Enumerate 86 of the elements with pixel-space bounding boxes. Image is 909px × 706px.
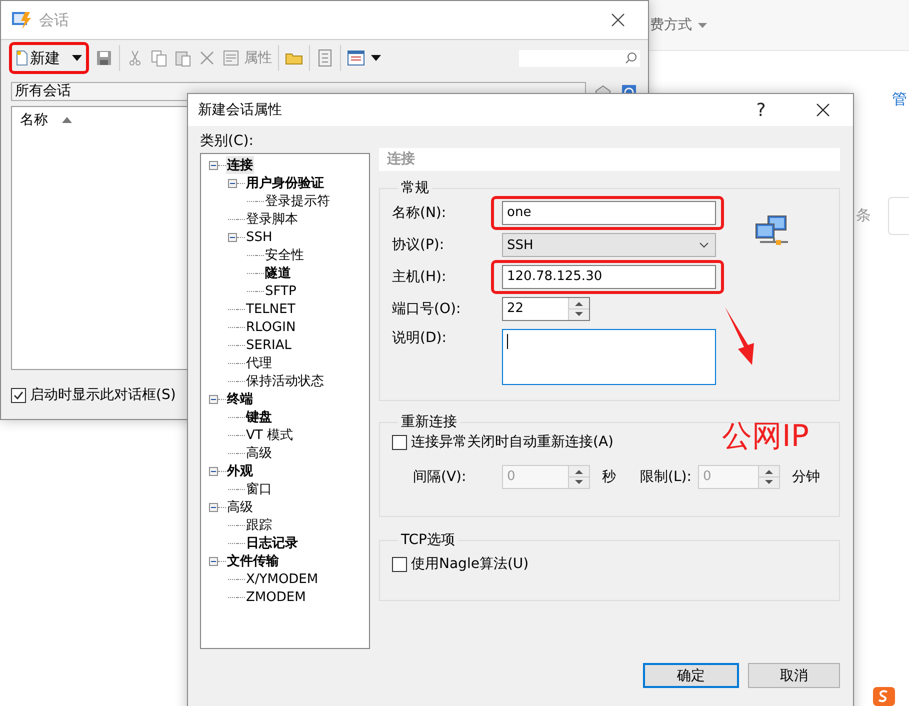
spin-buttons[interactable] [568, 298, 589, 320]
check-icon [13, 390, 24, 400]
menu-text[interactable]: 费方式 [650, 16, 692, 34]
link-text[interactable]: 管 [892, 90, 907, 109]
protocol-dropdown[interactable]: SSH [502, 233, 716, 257]
caret-icon[interactable] [371, 55, 381, 61]
dialog-button[interactable]: 确定 [643, 663, 739, 688]
side-text: 条 [856, 206, 871, 225]
annotation-text: 公网IP [722, 418, 809, 456]
sort-icon [62, 117, 72, 123]
tree-item[interactable]: 日志记录 [245, 534, 299, 552]
description-field[interactable] [502, 329, 716, 385]
checkbox[interactable]: 启动时显示此对话框(S) [11, 386, 176, 404]
unit-label: 秒 [602, 468, 616, 486]
tree-item[interactable]: 连接 [226, 156, 254, 174]
tree-item[interactable]: 高级 [245, 444, 273, 462]
collapse-icon[interactable] [209, 502, 218, 512]
search-icon [625, 52, 637, 64]
text-field[interactable]: one [502, 201, 716, 225]
save-icon[interactable] [95, 49, 113, 67]
chevron-icon [699, 242, 709, 248]
text-field[interactable]: 120.78.125.30 [502, 265, 716, 289]
column-header[interactable]: 名称 [20, 111, 48, 129]
view-icon[interactable] [347, 49, 365, 67]
field-label: 说明(D): [392, 329, 448, 347]
group-title: 重新连接 [400, 413, 458, 431]
tree-item[interactable]: 终端 [226, 390, 254, 408]
tree-item[interactable]: 安全性 [264, 246, 305, 264]
field-label: 限制(L): [640, 468, 692, 486]
dialog-button[interactable]: 取消 [748, 663, 840, 688]
collapse-icon[interactable] [209, 160, 218, 170]
tree-item[interactable]: 保持活动状态 [245, 372, 325, 390]
tree-item[interactable]: 文件传输 [226, 552, 280, 570]
dialog-title: 新建会话属性 [198, 101, 283, 119]
collapse-icon[interactable] [209, 466, 218, 476]
tree-item[interactable]: VT 模式 [245, 426, 294, 444]
close-icon [611, 13, 625, 27]
tree-item[interactable]: RLOGIN [245, 320, 297, 334]
tree-item[interactable]: 隧道 [264, 264, 292, 282]
paste-icon[interactable] [174, 49, 192, 67]
tree-item[interactable]: 用户身份验证 [245, 174, 325, 192]
tree-item[interactable]: ZMODEM [245, 590, 307, 604]
input-method-icon[interactable] [872, 686, 896, 706]
search-field[interactable] [519, 50, 640, 66]
checkbox[interactable]: 使用Nagle算法(U) [392, 555, 529, 573]
port-spinner[interactable]: 22 [502, 297, 590, 321]
tree-item[interactable]: 键盘 [245, 408, 273, 426]
app-icon [11, 10, 33, 30]
group-title: TCP选项 [400, 531, 456, 549]
tree-item[interactable]: TELNET [245, 302, 296, 316]
properties-icon [222, 49, 240, 67]
new-button[interactable]: 新建 [9, 42, 89, 74]
tree-item[interactable]: 窗口 [245, 480, 273, 498]
tree-item[interactable]: 高级 [226, 498, 254, 516]
caret-icon [72, 55, 82, 61]
tree-item[interactable]: 登录脚本 [245, 210, 299, 228]
tree-item[interactable]: SSH [245, 230, 274, 244]
copy-icon[interactable] [150, 49, 168, 67]
collapse-icon[interactable] [209, 556, 218, 566]
field-label: 主机(H): [392, 268, 448, 286]
tree-item[interactable]: 登录提示符 [264, 192, 331, 210]
connect-icon[interactable] [316, 49, 334, 67]
collapse-icon[interactable] [209, 394, 218, 404]
tree-item[interactable]: 代理 [245, 354, 273, 372]
network-icon [754, 215, 790, 247]
tree-item[interactable]: 外观 [226, 462, 254, 480]
checkbox[interactable]: 连接异常关闭时自动重新连接(A) [392, 433, 614, 451]
collapse-icon[interactable] [228, 178, 237, 188]
document-icon [16, 50, 28, 66]
field-label: 端口号(O): [392, 300, 462, 318]
help-button[interactable]: ? [741, 96, 781, 124]
tree-item[interactable]: SERIAL [245, 338, 292, 352]
section-title: 连接 [379, 148, 840, 171]
tree-item[interactable]: 跟踪 [245, 516, 273, 534]
category-label: 类别(C): [200, 132, 254, 150]
tree-item[interactable]: SFTP [264, 284, 298, 298]
collapse-icon[interactable] [228, 232, 237, 242]
group-title: 常规 [400, 179, 430, 197]
caret-icon [698, 22, 707, 28]
window-title: 会话 [39, 10, 70, 30]
field-label: 协议(P): [392, 236, 446, 254]
unit-label: 分钟 [792, 468, 820, 486]
field-label: 间隔(V): [413, 468, 468, 486]
field-label: 名称(N): [392, 204, 448, 222]
tree-item[interactable]: X/YMODEM [245, 572, 320, 586]
close-icon [816, 103, 830, 117]
